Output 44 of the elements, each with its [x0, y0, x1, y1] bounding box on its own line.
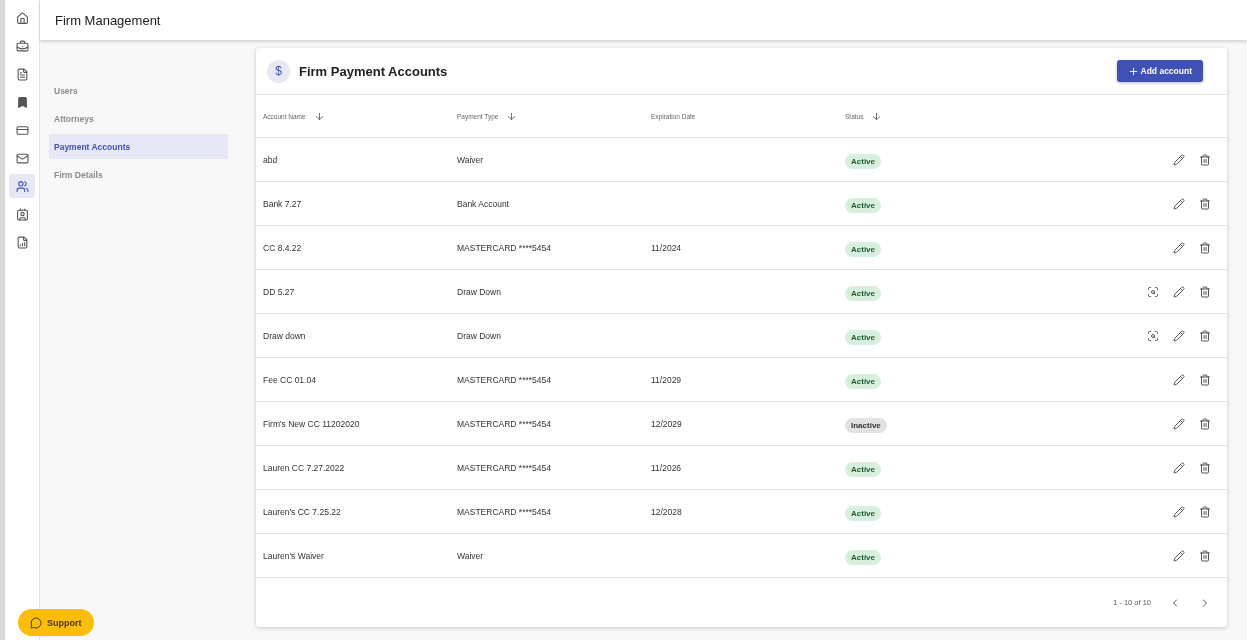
status-chip: Active [845, 550, 881, 565]
table-cell-text: MASTERCARD ****5454 [457, 418, 552, 429]
nav-item[interactable]: Users [49, 78, 228, 103]
table-cell-text: 11/2024 [651, 242, 683, 253]
status-chip: Active [845, 154, 881, 169]
table-cell-text: Lauren CC 7.27.2022 [263, 462, 346, 473]
support-button[interactable]: Support [18, 609, 94, 636]
nav-item[interactable]: Attorneys [49, 106, 228, 131]
table-cell-text: Lauren's CC 7.25.22 [263, 506, 342, 517]
nav-item[interactable]: Payment Accounts [49, 134, 228, 159]
table-cell-text: Draw down [263, 330, 307, 341]
table-cell-text: Waiver [457, 154, 485, 165]
table-cell-text: Draw Down [457, 286, 502, 297]
table-cell-text: DD 5.27 [263, 286, 296, 297]
table-cell-text: CC 8.4.22 [263, 242, 303, 253]
table-cell-text: 11/2026 [651, 462, 683, 473]
dollar-icon: $ [267, 59, 290, 83]
status-chip: Active [845, 462, 881, 477]
table-cell-text: Fee CC 01.04 [263, 374, 317, 385]
status-chip: Active [845, 198, 881, 213]
table-cell-text: Waiver [457, 550, 485, 561]
status-chip: Active [845, 286, 881, 301]
page-title: Firm Management [55, 12, 161, 28]
table-cell-text: Lauren's Waiver [263, 550, 325, 561]
table-cell-text: Draw Down [457, 330, 502, 341]
status-chip: Active [845, 506, 881, 521]
table-cell-text: 12/2028 [651, 506, 683, 517]
card-title: Firm Payment Accounts [299, 63, 449, 79]
status-chip: Active [845, 374, 881, 389]
add-account-button[interactable]: Add account [1116, 60, 1203, 82]
nav-item[interactable]: Firm Details [49, 162, 228, 187]
status-chip: Inactive [845, 418, 887, 433]
status-chip: Active [845, 330, 881, 345]
table-cell-text: 12/2029 [651, 418, 683, 429]
table-cell-text: MASTERCARD ****5454 [457, 374, 552, 385]
table-cell-text: 11/2029 [651, 374, 683, 385]
table-cell-text: MASTERCARD ****5454 [457, 242, 552, 253]
table-cell-text: Firm's New CC 11202020 [263, 418, 361, 429]
table-cell-text: Bank Account [457, 198, 510, 209]
table-cell-text: MASTERCARD ****5454 [457, 506, 552, 517]
table-cell-text: MASTERCARD ****5454 [457, 462, 552, 473]
table-cell-text: Bank 7.27 [263, 198, 303, 209]
status-chip: Active [845, 242, 881, 257]
table-cell-text: abd [263, 154, 279, 165]
